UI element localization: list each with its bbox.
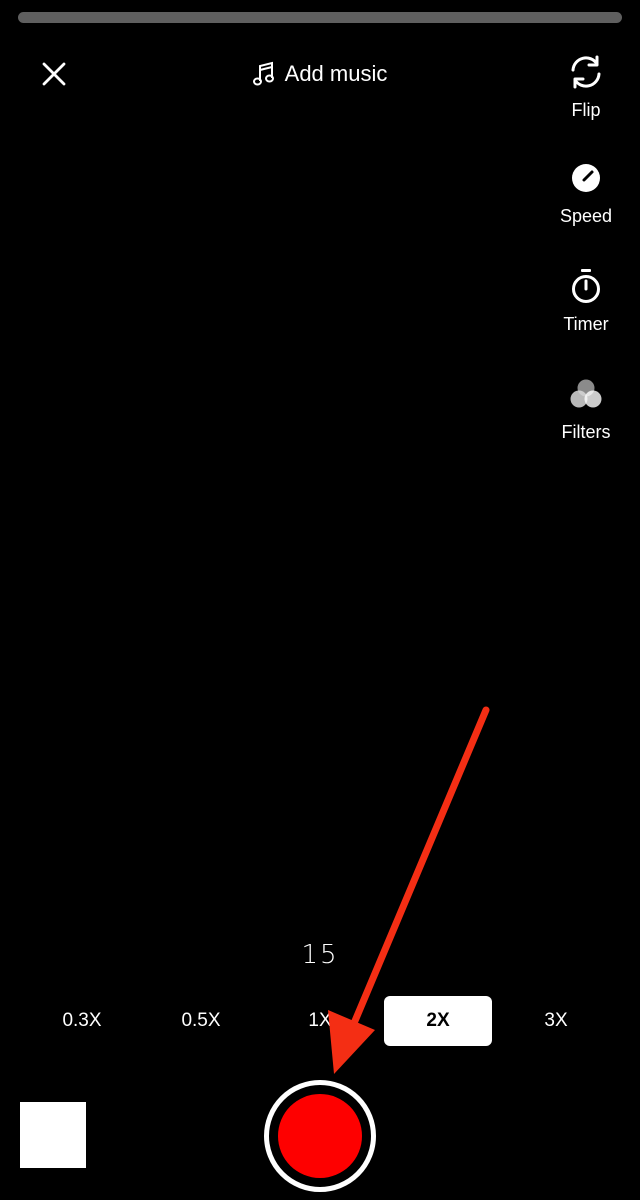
filters-icon bbox=[566, 374, 606, 414]
speed-option-2x-selected[interactable]: 2X bbox=[384, 996, 492, 1046]
flip-label: Flip bbox=[571, 100, 601, 120]
speed-selector: 0.3X 0.5X 1X 2X 3X bbox=[24, 996, 616, 1046]
speed-label: Speed bbox=[559, 206, 613, 226]
record-dot bbox=[278, 1094, 362, 1178]
speed-gauge-icon bbox=[566, 158, 606, 198]
recording-duration: 15 bbox=[301, 940, 339, 970]
speed-option-1x[interactable]: 1X bbox=[266, 996, 374, 1046]
add-music-label: Add music bbox=[284, 61, 388, 86]
flip-button[interactable]: Flip bbox=[532, 52, 640, 121]
timer-button[interactable]: Timer bbox=[532, 266, 640, 335]
progress-track bbox=[18, 12, 622, 23]
gallery-thumbnail[interactable] bbox=[20, 1102, 86, 1168]
flip-camera-icon bbox=[566, 52, 606, 92]
record-button[interactable] bbox=[264, 1080, 376, 1192]
timer-icon bbox=[566, 266, 606, 306]
speed-option-0-3x[interactable]: 0.3X bbox=[28, 996, 136, 1046]
speed-button[interactable]: Speed bbox=[532, 158, 640, 227]
timer-label: Timer bbox=[563, 314, 609, 334]
music-note-icon bbox=[252, 61, 275, 87]
filters-label: Filters bbox=[561, 422, 611, 442]
speed-option-0-5x[interactable]: 0.5X bbox=[147, 996, 255, 1046]
speed-option-3x[interactable]: 3X bbox=[502, 996, 610, 1046]
filters-button[interactable]: Filters bbox=[532, 374, 640, 443]
